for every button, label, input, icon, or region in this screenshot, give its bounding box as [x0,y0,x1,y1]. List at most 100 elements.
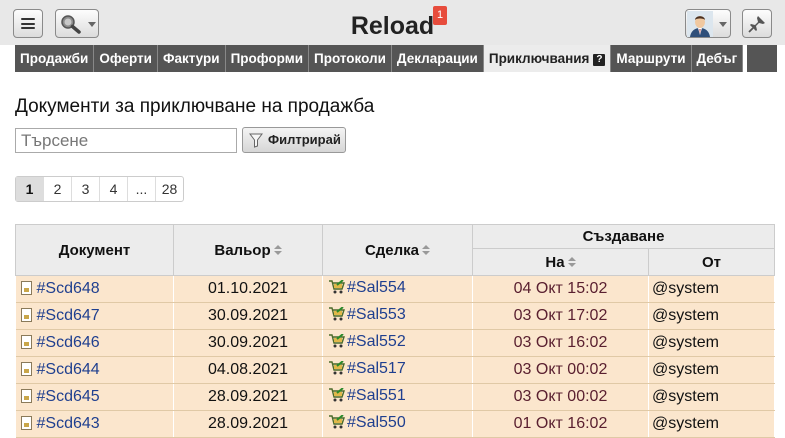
tab-routes[interactable]: Маршрути [611,45,692,72]
cart-icon [328,360,345,380]
cell-document: #Scd647 [15,302,174,330]
table-row: #Scd643 28.09.2021 #Sal550 01 Окт 16:02 @sys… [15,410,775,438]
user-avatar [687,11,713,37]
cell-created-on: 03 Окт 17:02 [472,302,649,330]
cell-deal: #Sal554 [322,275,473,303]
filter-icon [249,133,263,148]
document-icon [20,389,32,403]
page-ellipsis[interactable]: ... [128,177,156,201]
page-3[interactable]: 3 [72,177,100,201]
cell-document: #Scd643 [15,410,174,438]
cell-valor: 28.09.2021 [173,383,323,411]
document-icon [20,281,32,295]
cell-created-by: @system [648,356,775,384]
sort-icon[interactable] [273,244,282,256]
tab-protocols[interactable]: Протоколи [309,45,392,72]
cell-valor: 30.09.2021 [173,302,323,330]
page-title: Документи за приключване на продажба [15,96,375,117]
tab-declarations[interactable]: Декларации [391,45,484,72]
cart-icon [328,279,345,299]
document-icon [20,308,32,322]
page-28[interactable]: 28 [156,177,183,201]
document-icon [20,362,32,376]
cell-created-by: @system [648,410,775,438]
cell-document: #Scd648 [15,275,174,303]
col-deal[interactable]: Сделка [322,224,473,276]
cell-created-by: @system [648,383,775,411]
notification-badge[interactable]: 1 [433,6,447,25]
deal-link[interactable]: #Sal552 [347,333,406,350]
col-created-on-label: На [545,253,565,271]
document-link[interactable]: #Scd645 [37,388,100,405]
deal-link[interactable]: #Sal550 [347,414,406,431]
table-row: #Scd647 30.09.2021 #Sal553 03 Окт 17:02 @sys… [15,302,775,330]
document-link[interactable]: #Scd647 [37,307,100,324]
col-valor-label: Вальор [214,241,271,259]
col-document: Документ [15,224,174,276]
cell-document: #Scd646 [15,329,174,357]
search-input[interactable] [15,128,237,153]
cell-created-by: @system [648,329,775,357]
cell-created-on: 03 Окт 16:02 [472,329,649,357]
filter-button-label: Филтрирай [268,132,341,147]
table-row: #Scd645 28.09.2021 #Sal551 03 Окт 00:02 @sys… [15,383,775,411]
cell-created-on: 03 Окт 00:02 [472,356,649,384]
tab-closures-label: Приключвания [488,51,590,66]
document-link[interactable]: #Scd646 [37,334,100,351]
col-valor[interactable]: Вальор [173,224,323,276]
document-link[interactable]: #Scd644 [37,361,100,378]
col-created-by: От [648,248,775,276]
cell-created-on: 01 Окт 16:02 [472,410,649,438]
document-link[interactable]: #Scd643 [37,415,100,432]
cell-created-on: 04 Окт 15:02 [472,275,649,303]
cart-icon [328,333,345,353]
page-1[interactable]: 1 [16,177,44,201]
cell-document: #Scd645 [15,383,174,411]
col-created-group: Създаване [472,223,775,250]
table-row: #Scd648 01.10.2021 #Sal554 04 Окт 15:02 @sys… [15,275,775,303]
chevron-down-icon [719,22,727,27]
pin-button[interactable] [742,9,772,38]
tab-offers[interactable]: Оферти [94,45,158,72]
pagination: 1 2 3 4 ... 28 [15,176,184,202]
cell-created-by: @system [648,275,775,303]
document-link[interactable]: #Scd648 [37,280,100,297]
cart-icon [328,414,345,434]
cart-icon [328,387,345,407]
page-4[interactable]: 4 [100,177,128,201]
cell-valor: 28.09.2021 [173,410,323,438]
app-title: Reload [350,12,435,40]
tab-debug[interactable]: Дебъг [691,45,744,72]
table-body: #Scd648 01.10.2021 #Sal554 04 Окт 15:02 @sys… [15,275,775,438]
cell-document: #Scd644 [15,356,174,384]
cell-deal: #Sal552 [322,329,473,357]
cell-deal: #Sal517 [322,356,473,384]
cell-deal: #Sal550 [322,410,473,438]
user-menu-button[interactable] [685,9,731,38]
table-row: #Scd646 30.09.2021 #Sal552 03 Окт 16:02 @sys… [15,329,775,357]
sort-icon[interactable] [567,256,576,268]
page-2[interactable]: 2 [44,177,72,201]
deal-link[interactable]: #Sal554 [347,279,406,296]
tab-proformas[interactable]: Проформи [225,45,309,72]
cell-created-on: 03 Окт 00:02 [472,383,649,411]
cell-valor: 30.09.2021 [173,329,323,357]
col-created-on[interactable]: На [472,248,649,276]
tab-closures[interactable]: Приключвания? [483,45,612,72]
deal-link[interactable]: #Sal551 [347,387,406,404]
document-icon [20,416,32,430]
cart-icon [328,306,345,326]
filter-button[interactable]: Филтрирай [242,127,346,153]
deal-link[interactable]: #Sal553 [347,306,406,323]
deal-link[interactable]: #Sal517 [347,360,406,377]
main-nav: Продажби Оферти Фактури Проформи Протоко… [15,45,744,72]
help-icon[interactable]: ? [593,54,606,66]
tab-invoices[interactable]: Фактури [157,45,226,72]
cell-deal: #Sal551 [322,383,473,411]
cell-created-by: @system [648,302,775,330]
tab-sales[interactable]: Продажби [15,45,95,72]
sort-icon[interactable] [422,244,431,256]
cell-deal: #Sal553 [322,302,473,330]
nav-filler [747,45,777,72]
cell-valor: 01.10.2021 [173,275,323,303]
